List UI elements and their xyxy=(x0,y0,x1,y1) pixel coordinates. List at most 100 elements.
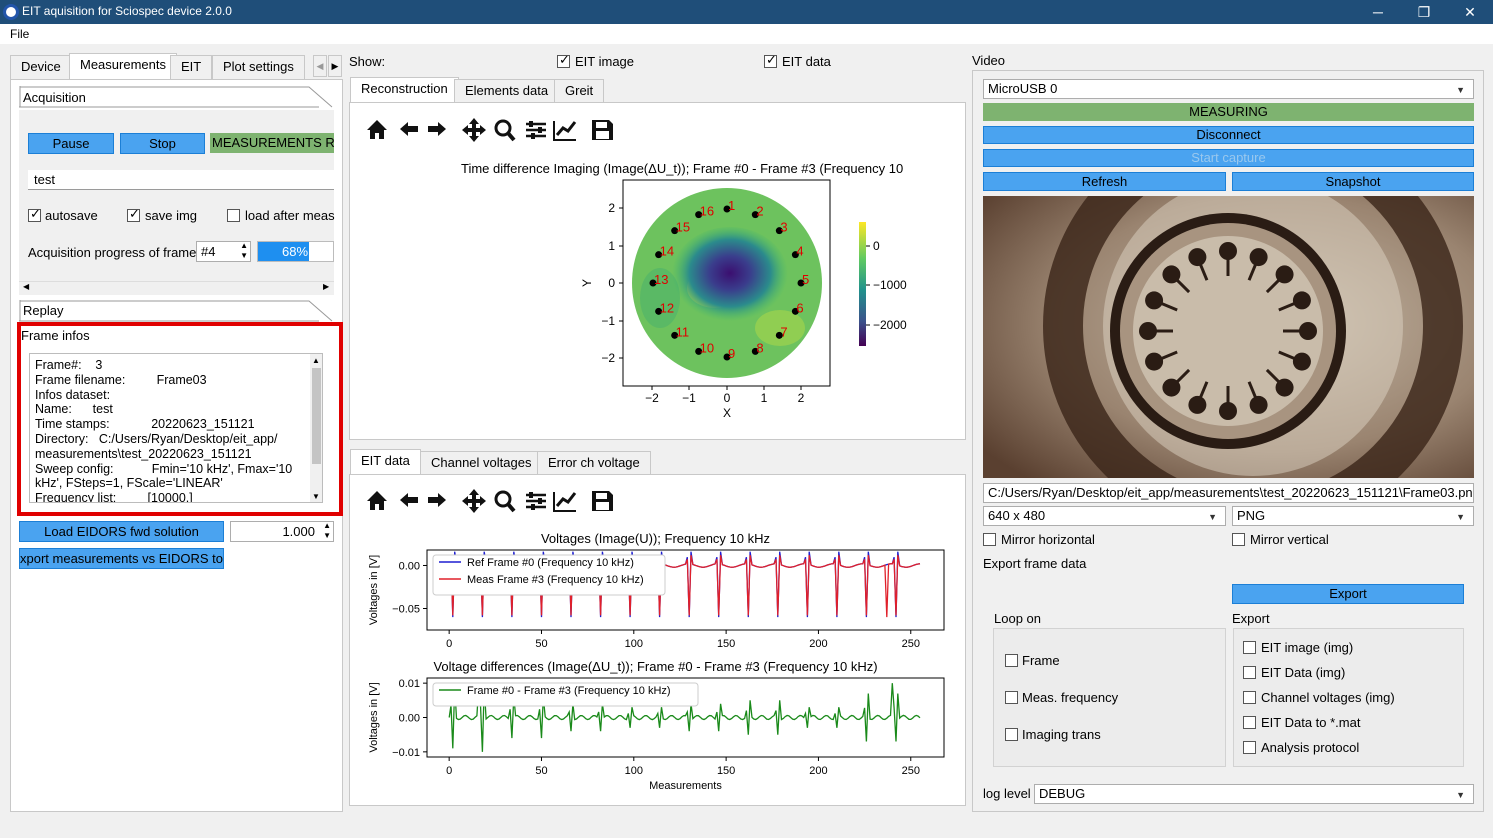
x-tick-label: 0 xyxy=(446,638,452,650)
x-tick-label: 250 xyxy=(902,765,920,777)
electrode-label: 13 xyxy=(654,272,668,287)
video-label: Video xyxy=(972,53,1006,68)
eit-image-checkbox[interactable] xyxy=(557,53,570,68)
loop-imaging-trans-checkbox[interactable] xyxy=(1005,728,1018,741)
chart-title: Voltage differences (Image(ΔU_t)); Frame… xyxy=(433,659,877,674)
pause-button[interactable]: Pause xyxy=(28,133,114,154)
acquisition-progress-bar: 68% xyxy=(257,241,334,262)
tab-channel-voltages[interactable]: Channel voltages xyxy=(420,451,543,475)
scroll-up-icon[interactable]: ▲ xyxy=(312,356,320,365)
home-icon xyxy=(367,120,387,139)
maximize-icon[interactable]: ❐ xyxy=(1401,0,1447,24)
chart-1: Voltage differences (Image(ΔU_t)); Frame… xyxy=(368,659,945,792)
electrode-label: 14 xyxy=(660,244,674,259)
spin-arrows-icon[interactable]: ▲ ▼ xyxy=(323,522,331,541)
resolution-value: 640 x 480 xyxy=(988,508,1046,523)
export-button[interactable]: Export xyxy=(1232,584,1464,604)
load-after-meas-checkbox[interactable] xyxy=(227,209,240,222)
mirror-vertical-checkbox[interactable] xyxy=(1232,533,1245,546)
tab-reconstruction[interactable]: Reconstruction xyxy=(350,77,459,103)
electrode-label: 11 xyxy=(676,324,690,339)
electrode-pad xyxy=(1145,352,1164,371)
autosave-checkbox[interactable] xyxy=(28,207,41,222)
scroll-right-icon[interactable]: ▶ xyxy=(323,282,329,291)
refresh-button[interactable]: Refresh xyxy=(983,172,1226,191)
disconnect-button[interactable]: Disconnect xyxy=(983,126,1474,144)
resolution-select[interactable]: 640 x 480 ▼ xyxy=(983,506,1226,526)
chevron-down-icon[interactable]: ▼ xyxy=(1456,508,1465,525)
export-channel-voltages-checkbox[interactable] xyxy=(1243,691,1256,704)
stop-button[interactable]: Stop xyxy=(120,133,205,154)
reconstruction-plot: 1 2 3 4 5 6 7 8 9 10 11 12 13 14 15 16 −2 −1 0 1 2 2 1 … xyxy=(580,178,910,423)
menu-file[interactable]: File xyxy=(10,27,29,41)
eit-data-checkbox[interactable] xyxy=(764,53,777,68)
close-icon[interactable]: ✕ xyxy=(1447,0,1493,24)
tab-scroll-left-icon[interactable]: ◀ xyxy=(313,55,327,77)
frame-spinbox[interactable]: #4 ▲ ▼ xyxy=(196,241,251,262)
log-level-select[interactable]: DEBUG ▼ xyxy=(1034,784,1474,804)
log-level-label: log level xyxy=(983,786,1031,801)
tab-measurements[interactable]: Measurements xyxy=(69,53,177,79)
export-eidors-button[interactable]: xport measurements vs EIDORS to CS xyxy=(19,548,224,569)
snapshot-button[interactable]: Snapshot xyxy=(1232,172,1474,191)
tab-error-ch-voltage[interactable]: Error ch voltage xyxy=(537,451,651,475)
acquisition-progress-label: Acquisition progress of frame xyxy=(28,245,197,260)
recon-ytick: 2 xyxy=(608,201,615,215)
frame-infos-textbox[interactable]: Frame#: 3 Frame filename: Frame03 Infos da… xyxy=(29,353,323,503)
tab-eit[interactable]: EIT xyxy=(170,55,213,79)
export-eit-image-checkbox[interactable] xyxy=(1243,641,1256,654)
frame-info-line: Frame#: 3 xyxy=(35,358,103,372)
save-icon xyxy=(592,491,613,511)
format-select[interactable]: PNG ▼ xyxy=(1232,506,1474,526)
frame-info-line: Frame filename: Frame03 xyxy=(35,372,207,387)
chevron-down-icon[interactable]: ▼ xyxy=(1456,786,1465,803)
recon-ytick: −1 xyxy=(601,314,615,328)
loop-meas-frequency-checkbox[interactable] xyxy=(1005,691,1018,704)
export-frame-data-label: Export frame data xyxy=(983,556,1087,571)
frame-info-line: Name: test xyxy=(35,402,113,417)
replay-title: Replay xyxy=(23,303,64,318)
electrode-label: 3 xyxy=(780,220,787,235)
tab-eit-data[interactable]: EIT data xyxy=(350,449,421,475)
minimize-icon[interactable]: ─ xyxy=(1355,0,1401,24)
tab-greit[interactable]: Greit xyxy=(554,79,605,103)
colorbar-tick: −1000 xyxy=(873,278,907,292)
export-eit-data-checkbox[interactable] xyxy=(1243,666,1256,679)
load-eidors-button[interactable]: Load EIDORS fwd solution xyxy=(19,521,224,542)
chevron-down-icon[interactable]: ▼ xyxy=(1456,81,1465,98)
export-eit-data-mat-checkbox[interactable] xyxy=(1243,716,1256,729)
frame-info-line: measurements\test_20220623_151121 xyxy=(35,446,252,461)
loop-frame-checkbox[interactable] xyxy=(1005,654,1018,667)
scroll-left-icon[interactable]: ◀ xyxy=(23,282,29,291)
recon-ytick: 1 xyxy=(608,239,615,253)
tab-scroll-right-icon[interactable]: ▶ xyxy=(328,55,342,77)
tab-elements-data[interactable]: Elements data xyxy=(454,79,560,103)
configure-icon xyxy=(526,492,546,510)
legend-label: Ref Frame #0 (Frequency 10 kHz) xyxy=(467,557,634,569)
eidors-value-spinbox[interactable]: 1.000 ▲ ▼ xyxy=(230,521,334,542)
start-capture-button[interactable]: Start capture xyxy=(983,149,1474,167)
loop-meas-frequency-label: Meas. frequency xyxy=(1022,690,1119,705)
electrode-pad xyxy=(1249,248,1268,267)
video-device-select[interactable]: MicroUSB 0 ▼ xyxy=(983,79,1474,99)
pan-icon xyxy=(462,489,486,513)
eidors-value: 1.000 xyxy=(282,524,315,539)
spin-arrows-icon[interactable]: ▲ ▼ xyxy=(240,242,248,261)
measurement-name-input[interactable]: test xyxy=(28,170,334,190)
export-analysis-protocol-checkbox[interactable] xyxy=(1243,741,1256,754)
frame-path-field[interactable]: C:/Users/Ryan/Desktop/eit_app/measuremen… xyxy=(983,483,1474,503)
tab-device[interactable]: Device xyxy=(10,55,72,79)
save-icon xyxy=(592,120,613,140)
mirror-horizontal-checkbox[interactable] xyxy=(983,533,996,546)
chevron-down-icon[interactable]: ▼ xyxy=(1208,508,1217,525)
mirror-horizontal-label: Mirror horizontal xyxy=(1001,532,1095,547)
save-img-checkbox[interactable] xyxy=(127,207,140,222)
tab-plot-settings[interactable]: Plot settings xyxy=(212,55,305,79)
scroll-down-icon[interactable]: ▼ xyxy=(312,492,320,501)
electrode-pad xyxy=(1162,265,1181,284)
electrode-label: 16 xyxy=(700,204,714,219)
vertical-scrollbar[interactable]: ▲ ▼ xyxy=(310,354,322,502)
scrollbar-thumb[interactable] xyxy=(312,368,321,464)
electrode-label: 10 xyxy=(700,340,714,355)
horizontal-scrollbar[interactable]: ◀ ▶ xyxy=(19,281,334,294)
